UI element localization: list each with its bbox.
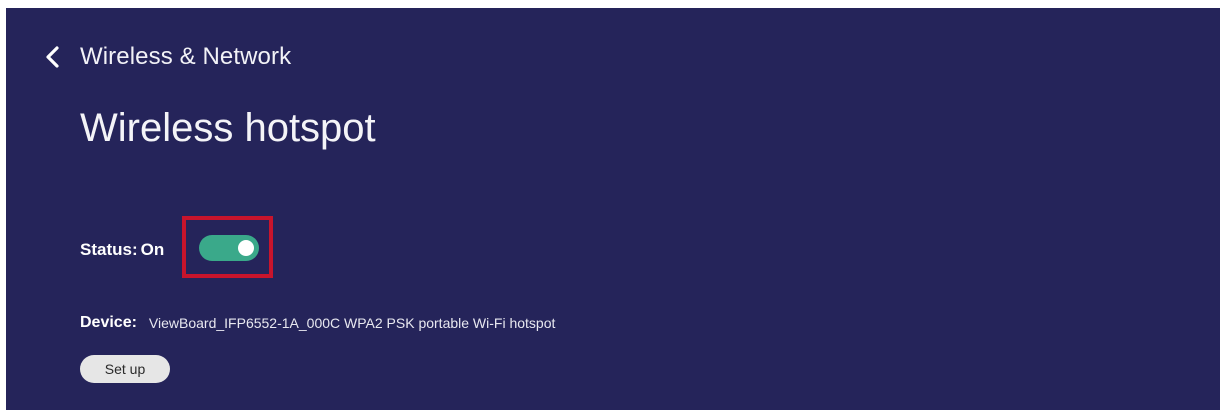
hotspot-toggle-switch[interactable] [199, 235, 259, 261]
device-row: Device: ViewBoard_IFP6552-1A_000C WPA2 P… [80, 312, 555, 334]
toggle-knob [238, 240, 254, 256]
back-navigation[interactable]: Wireless & Network [42, 42, 291, 72]
status-value: On [140, 240, 165, 259]
status-row: Status: On [80, 230, 164, 270]
page-title: Wireless hotspot [80, 106, 376, 150]
status-label: Status: [80, 240, 138, 259]
settings-screen: Wireless & Network Wireless hotspot Stat… [6, 8, 1220, 410]
device-label: Device: [80, 314, 137, 331]
set-up-button[interactable]: Set up [80, 355, 170, 383]
breadcrumb-label[interactable]: Wireless & Network [80, 43, 291, 71]
chevron-left-icon[interactable] [42, 45, 64, 69]
device-name: ViewBoard_IFP6552-1A_000C WPA2 PSK porta… [148, 315, 556, 331]
